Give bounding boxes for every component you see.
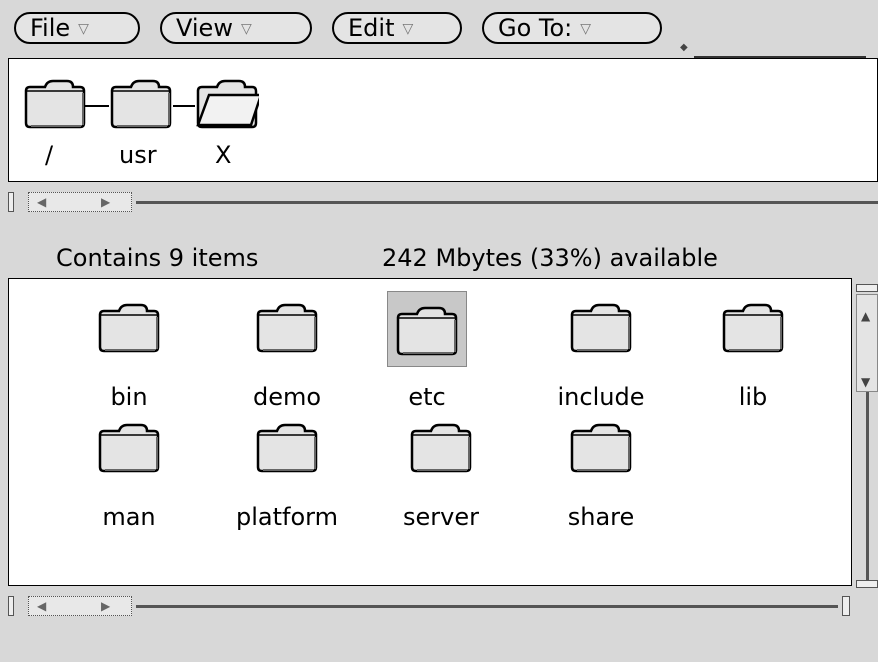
folder-icon-wrap	[97, 295, 161, 359]
folder-icon-wrap	[721, 295, 785, 359]
scrollbar-track	[866, 392, 869, 580]
edit-menu-label: Edit	[348, 14, 395, 42]
contents-vertical-scrollbar[interactable]: ▲ ▼	[856, 284, 878, 590]
folder-icon	[110, 79, 172, 129]
edit-menu-button[interactable]: Edit ▽	[332, 12, 462, 44]
scroll-up-icon[interactable]: ▲	[861, 309, 870, 323]
scrollbar-endcap	[842, 596, 850, 616]
path-label-usr: usr	[119, 141, 157, 169]
scrollbar-track	[136, 605, 838, 608]
folder-icon	[396, 306, 458, 356]
text-caret-icon: ◆	[680, 42, 688, 53]
folder-icon-wrap	[409, 415, 473, 479]
scroll-right-icon: ▶	[101, 599, 111, 613]
scrollbar-thumb[interactable]: ▲ ▼	[856, 294, 878, 392]
folder-item-label: etc	[408, 383, 446, 411]
triangle-down-icon: ▽	[78, 21, 89, 37]
scrollbar-endcap	[856, 284, 878, 292]
triangle-down-icon: ▽	[402, 21, 414, 37]
folder-icon	[256, 423, 318, 473]
open-folder-icon	[196, 79, 263, 129]
path-label-x: X	[215, 141, 232, 169]
triangle-down-icon: ▽	[580, 21, 592, 37]
scroll-right-icon: ▶	[101, 195, 111, 209]
folder-item-label: bin	[110, 383, 148, 411]
menu-bar: File ▽ View ▽ Edit ▽ Go To: ▽ ◆	[0, 0, 878, 58]
folder-icon-wrap	[569, 415, 633, 479]
scrollbar-endcap	[856, 580, 878, 588]
file-menu-button[interactable]: File ▽	[14, 12, 140, 44]
folder-item-label: lib	[738, 383, 768, 411]
item-count-text: Contains 9 items	[56, 244, 259, 272]
folder-icon	[256, 303, 318, 353]
goto-input[interactable]: ◆	[680, 20, 866, 60]
path-folder-usr[interactable]	[109, 79, 173, 133]
path-label-root: /	[45, 141, 54, 169]
scroll-left-icon: ◀	[37, 195, 47, 209]
path-connector	[173, 105, 195, 107]
scroll-down-icon[interactable]: ▼	[861, 375, 870, 389]
folder-item-label: man	[102, 503, 156, 531]
folder-icon	[24, 79, 86, 129]
folder-icon-wrap	[97, 415, 161, 479]
path-connector	[85, 105, 109, 107]
scrollbar-thumb[interactable]: ◀ ▶	[28, 596, 132, 616]
file-menu-label: File	[30, 14, 71, 42]
folder-icon	[410, 423, 472, 473]
folder-icon	[570, 303, 632, 353]
scroll-left-icon: ◀	[37, 599, 47, 613]
scrollbar-endcap	[8, 192, 14, 212]
folder-item-label: demo	[252, 383, 322, 411]
contents-horizontal-scrollbar[interactable]: ◀ ▶	[8, 596, 878, 616]
folder-icon	[570, 423, 632, 473]
scrollbar-track	[136, 201, 878, 204]
path-folder-x[interactable]	[195, 79, 263, 133]
triangle-down-icon: ▽	[240, 21, 252, 37]
folder-icon-wrap	[569, 295, 633, 359]
path-horizontal-scrollbar[interactable]: ◀ ▶	[8, 192, 878, 212]
folder-icon-wrap	[255, 415, 319, 479]
folder-item-label: include	[557, 383, 645, 411]
scrollbar-endcap	[8, 596, 14, 616]
folder-icon	[722, 303, 784, 353]
folder-icon-wrap	[255, 295, 319, 359]
folder-item-label: platform	[236, 503, 338, 531]
goto-menu-label: Go To:	[498, 14, 573, 42]
folder-item-label: share	[567, 503, 635, 531]
path-pane: / usr X	[8, 58, 878, 182]
selection-highlight	[387, 291, 467, 367]
view-menu-label: View	[176, 14, 233, 42]
folder-icon	[98, 303, 160, 353]
folder-item-label: server	[403, 503, 479, 531]
scrollbar-thumb[interactable]: ◀ ▶	[28, 192, 132, 212]
available-space-text: 242 Mbytes (33%) available	[382, 244, 718, 272]
folder-icon	[98, 423, 160, 473]
goto-menu-button[interactable]: Go To: ▽	[482, 12, 662, 44]
path-folder-root[interactable]	[23, 79, 87, 133]
folder-contents-pane: bin demo etc include lib man platform se…	[8, 278, 852, 586]
view-menu-button[interactable]: View ▽	[160, 12, 312, 44]
